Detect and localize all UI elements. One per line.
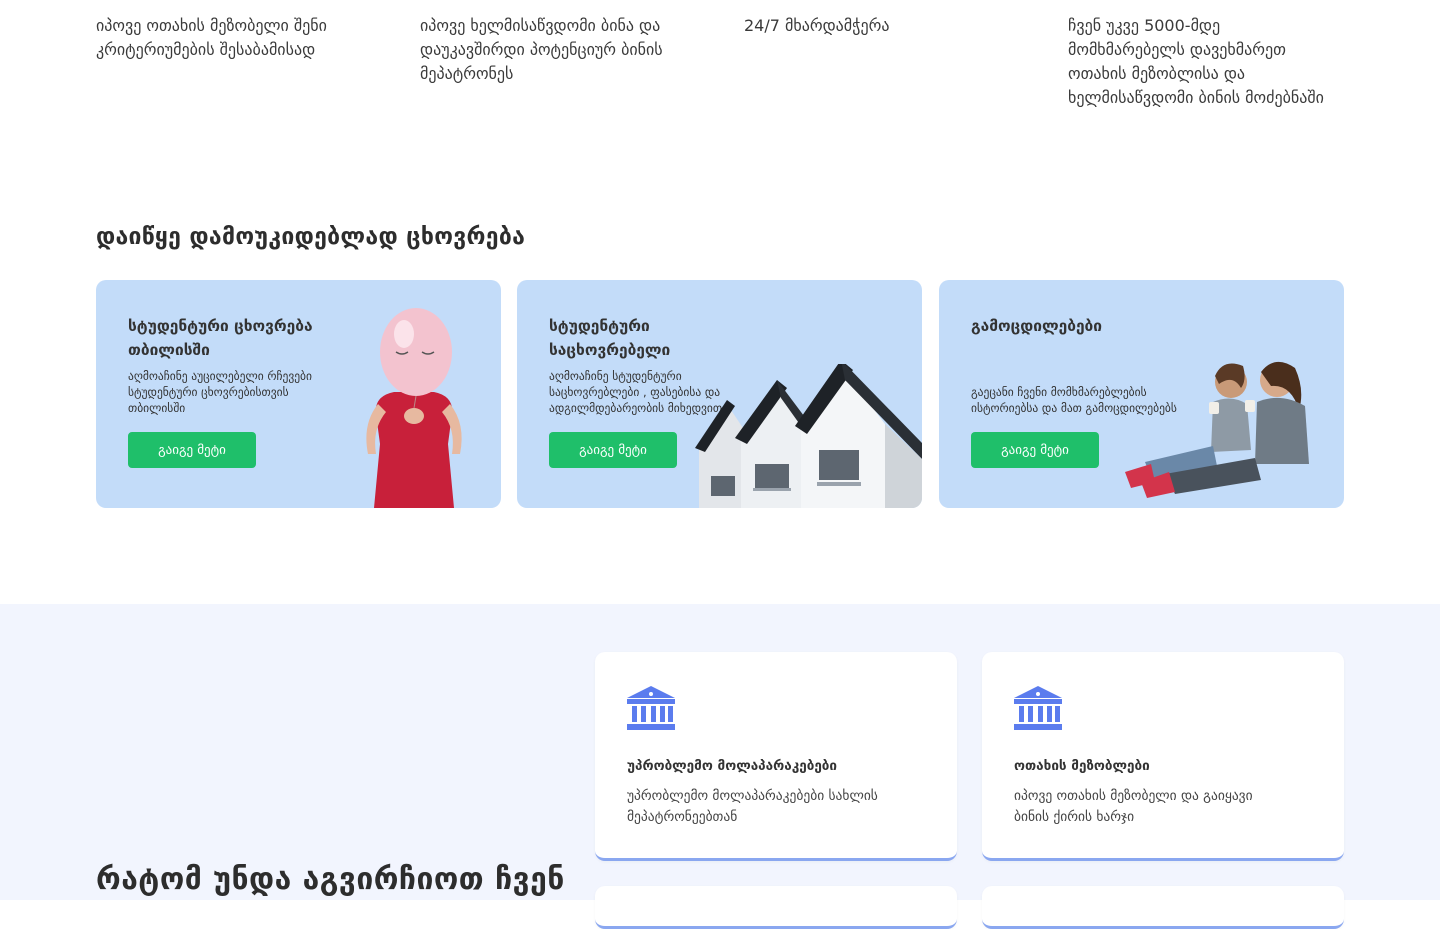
card-experiences: გამოცდილებები გაეცანი ჩვენი მომხმარებლებ… — [939, 280, 1344, 508]
info-card-title: ოთახის მეზობლები — [1014, 758, 1150, 774]
section-title: დაიწყე დამოუკიდებლად ცხოვრება — [96, 224, 526, 250]
info-card-partial — [982, 886, 1344, 929]
learn-more-button[interactable]: გაიგე მეტი — [971, 432, 1099, 468]
feature-users-helped: ჩვენ უკვე 5000-მდე მომხმარებელს დავეხმარ… — [1068, 16, 1324, 107]
info-card-text: უპრობლემო მოლაპარაკებები სახლის მეპატრონ… — [627, 788, 878, 825]
info-card-partial — [595, 886, 957, 929]
balloon-person-illustration — [366, 308, 462, 508]
why-choose-us-section: რატომ უნდა აგვირჩიოთ ჩვენ უპრობლემო მოლა… — [0, 604, 1440, 929]
bank-icon — [1014, 686, 1062, 730]
card-title: გამოცდილებები — [971, 317, 1103, 335]
two-women-illustration — [1125, 361, 1309, 498]
info-card-roommates: ოთახის მეზობლები იპოვე ოთახის მეზობელი დ… — [982, 652, 1344, 861]
info-card-title: უპრობლემო მოლაპარაკებები — [627, 758, 838, 774]
learn-more-button[interactable]: გაიგე მეტი — [549, 432, 677, 468]
info-card-text: იპოვე ოთახის მეზობელი და გაიყავი ბინის ქ… — [1014, 788, 1253, 825]
houses-illustration — [695, 364, 922, 508]
card-title: სტუდენტური ცხოვრება თბილისში — [128, 317, 313, 359]
feature-support: 24/7 მხარდამჭერა — [744, 16, 890, 35]
feature-find-roommate: იპოვე ოთახის მეზობელი შენი კრიტერიუმების… — [96, 16, 327, 59]
card-title: სტუდენტური საცხოვრებელი — [549, 317, 671, 359]
feature-find-apartment: იპოვე ხელმისაწვდომი ბინა და დაუკავშირდი … — [420, 16, 663, 83]
info-card-negotiations: უპრობლემო მოლაპარაკებები უპრობლემო მოლაპ… — [595, 652, 957, 861]
why-title: რატომ უნდა აგვირჩიოთ ჩვენ — [96, 862, 565, 897]
card-description: აღმოაჩინე აუცილებელი რჩევები სტუდენტური … — [128, 369, 312, 415]
card-student-housing: სტუდენტური საცხოვრებელი აღმოაჩინე სტუდენ… — [517, 280, 922, 508]
bank-icon — [627, 686, 675, 730]
card-student-life: სტუდენტური ცხოვრება თბილისში აღმოაჩინე ა… — [96, 280, 501, 508]
learn-more-button[interactable]: გაიგე მეტი — [128, 432, 256, 468]
